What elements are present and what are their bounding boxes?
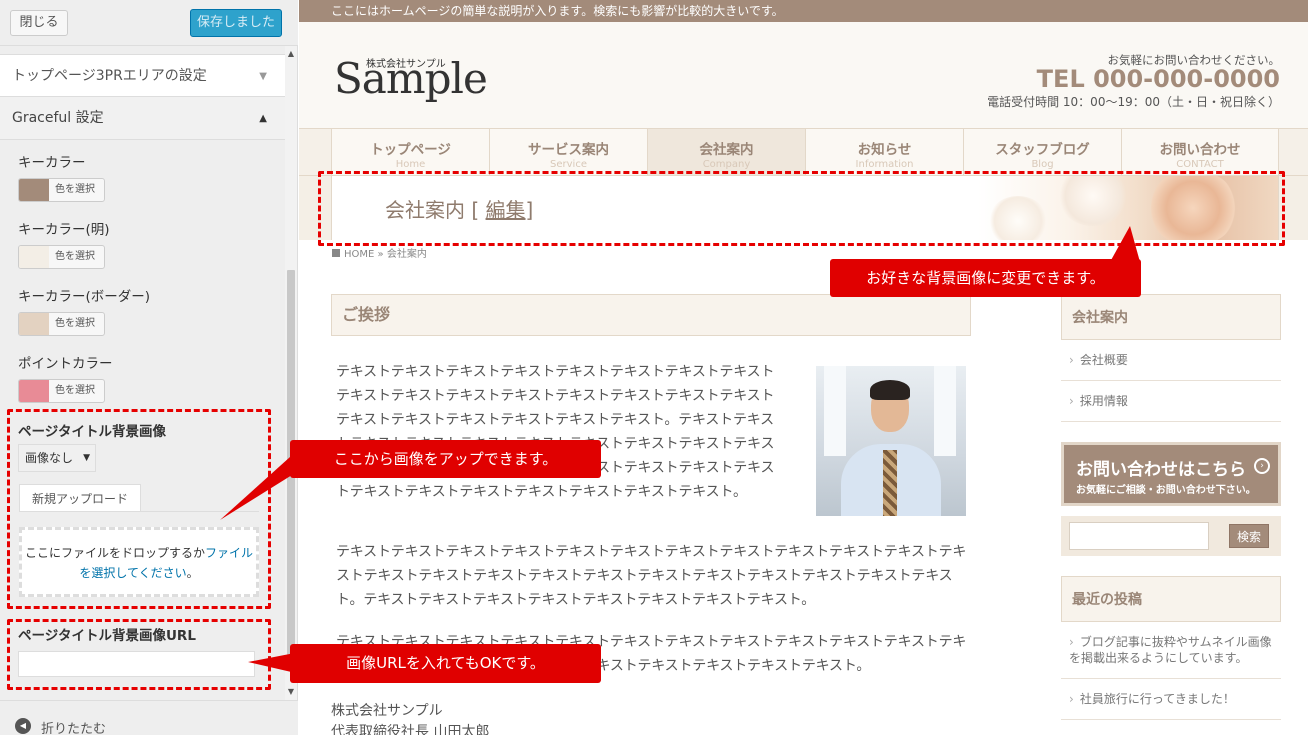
callout-pointers [220, 226, 1140, 674]
callout-bg-change: お好きな背景画像に変更できます。 [830, 259, 1141, 297]
callout-url: 画像URLを入れてもOKです。 [290, 644, 601, 683]
pointer-upload [220, 448, 300, 520]
callout-upload: ここから画像をアップできます。 [290, 440, 601, 478]
pointer-bg-change [1110, 226, 1140, 262]
